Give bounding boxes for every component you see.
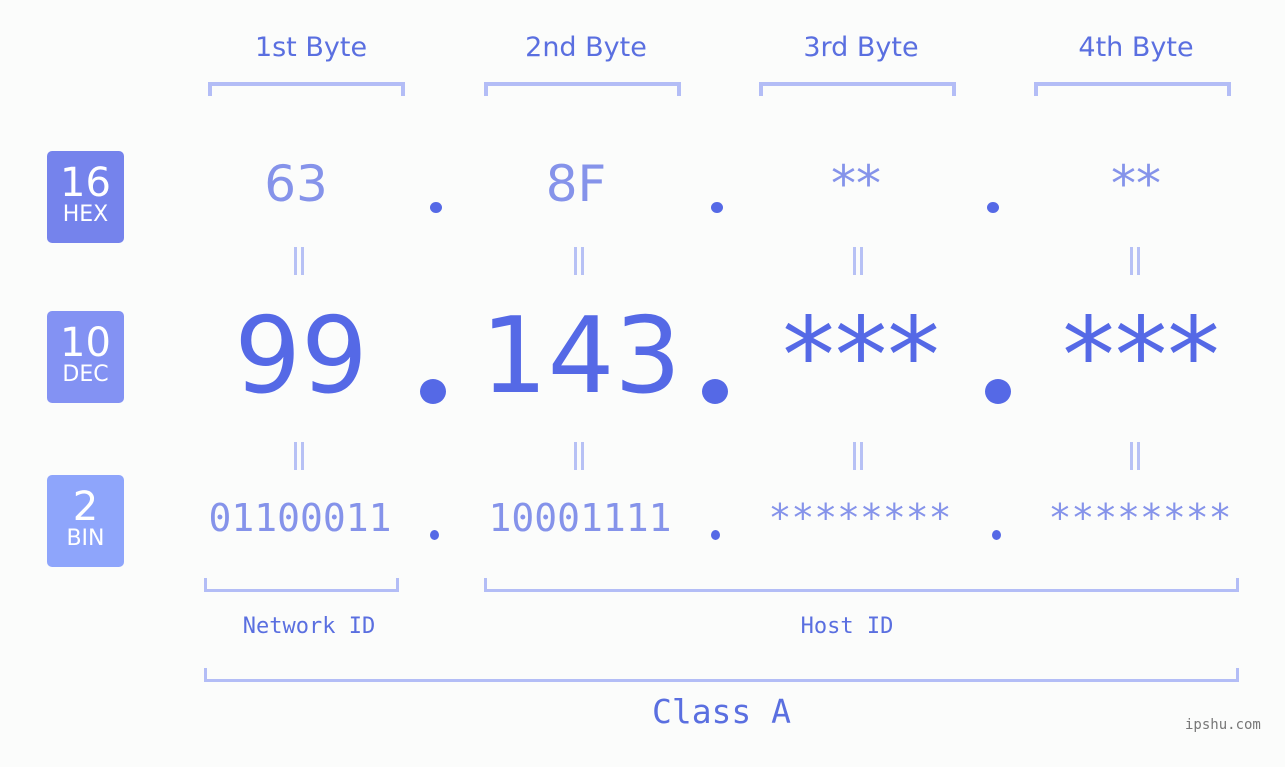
byte-header-3: 3rd Byte [803,32,919,63]
dec-badge: 10 DEC [47,311,124,403]
byte-bracket-3 [759,82,956,96]
byte-bracket-4 [1034,82,1231,96]
dec-byte-3: *** [782,295,940,417]
network-id-label: Network ID [242,614,376,639]
bin-base: 2 [72,484,99,530]
equals-icon [572,247,586,275]
equals-icon [292,442,306,470]
byte-header-4: 4th Byte [1078,32,1194,63]
bin-byte-3: ******** [768,496,952,540]
dec-byte-4: *** [1062,295,1220,417]
hex-byte-3: ** [831,155,881,213]
bin-dot [430,530,439,540]
dec-dot [702,379,728,404]
dec-base: 10 [60,320,111,366]
hex-byte-1: 63 [264,155,328,213]
network-bracket [204,578,399,592]
equals-icon [851,247,865,275]
bin-byte-2: 10001111 [488,496,672,540]
bin-badge: 2 BIN [47,475,124,567]
equals-icon [1128,442,1142,470]
dec-dot [985,379,1011,404]
byte-bracket-1 [208,82,405,96]
byte-header-2: 2nd Byte [525,32,647,63]
hex-byte-2: 8F [545,155,607,213]
hex-base: 16 [60,160,111,206]
bin-byte-1: 01100011 [208,496,392,540]
bin-dot [711,530,720,540]
hex-label: HEX [62,202,109,227]
hex-dot [711,202,723,213]
bin-byte-4: ******** [1048,496,1232,540]
byte-bracket-2 [484,82,681,96]
class-label: Class A [651,692,792,731]
host-bracket [484,578,1239,592]
equals-icon [292,247,306,275]
host-id-label: Host ID [800,614,894,639]
dec-byte-2: 143 [480,295,682,417]
byte-header-1: 1st Byte [254,32,368,63]
equals-icon [851,442,865,470]
watermark: ipshu.com [1185,717,1261,733]
dec-byte-1: 99 [234,295,368,417]
hex-byte-4: ** [1111,155,1161,213]
class-bracket [204,668,1239,682]
hex-dot [987,202,999,213]
dec-label: DEC [62,362,109,387]
equals-icon [1128,247,1142,275]
hex-dot [430,202,442,213]
hex-badge: 16 HEX [47,151,124,243]
equals-icon [572,442,586,470]
bin-dot [992,530,1001,540]
bin-label: BIN [66,526,105,551]
dec-dot [420,379,446,404]
